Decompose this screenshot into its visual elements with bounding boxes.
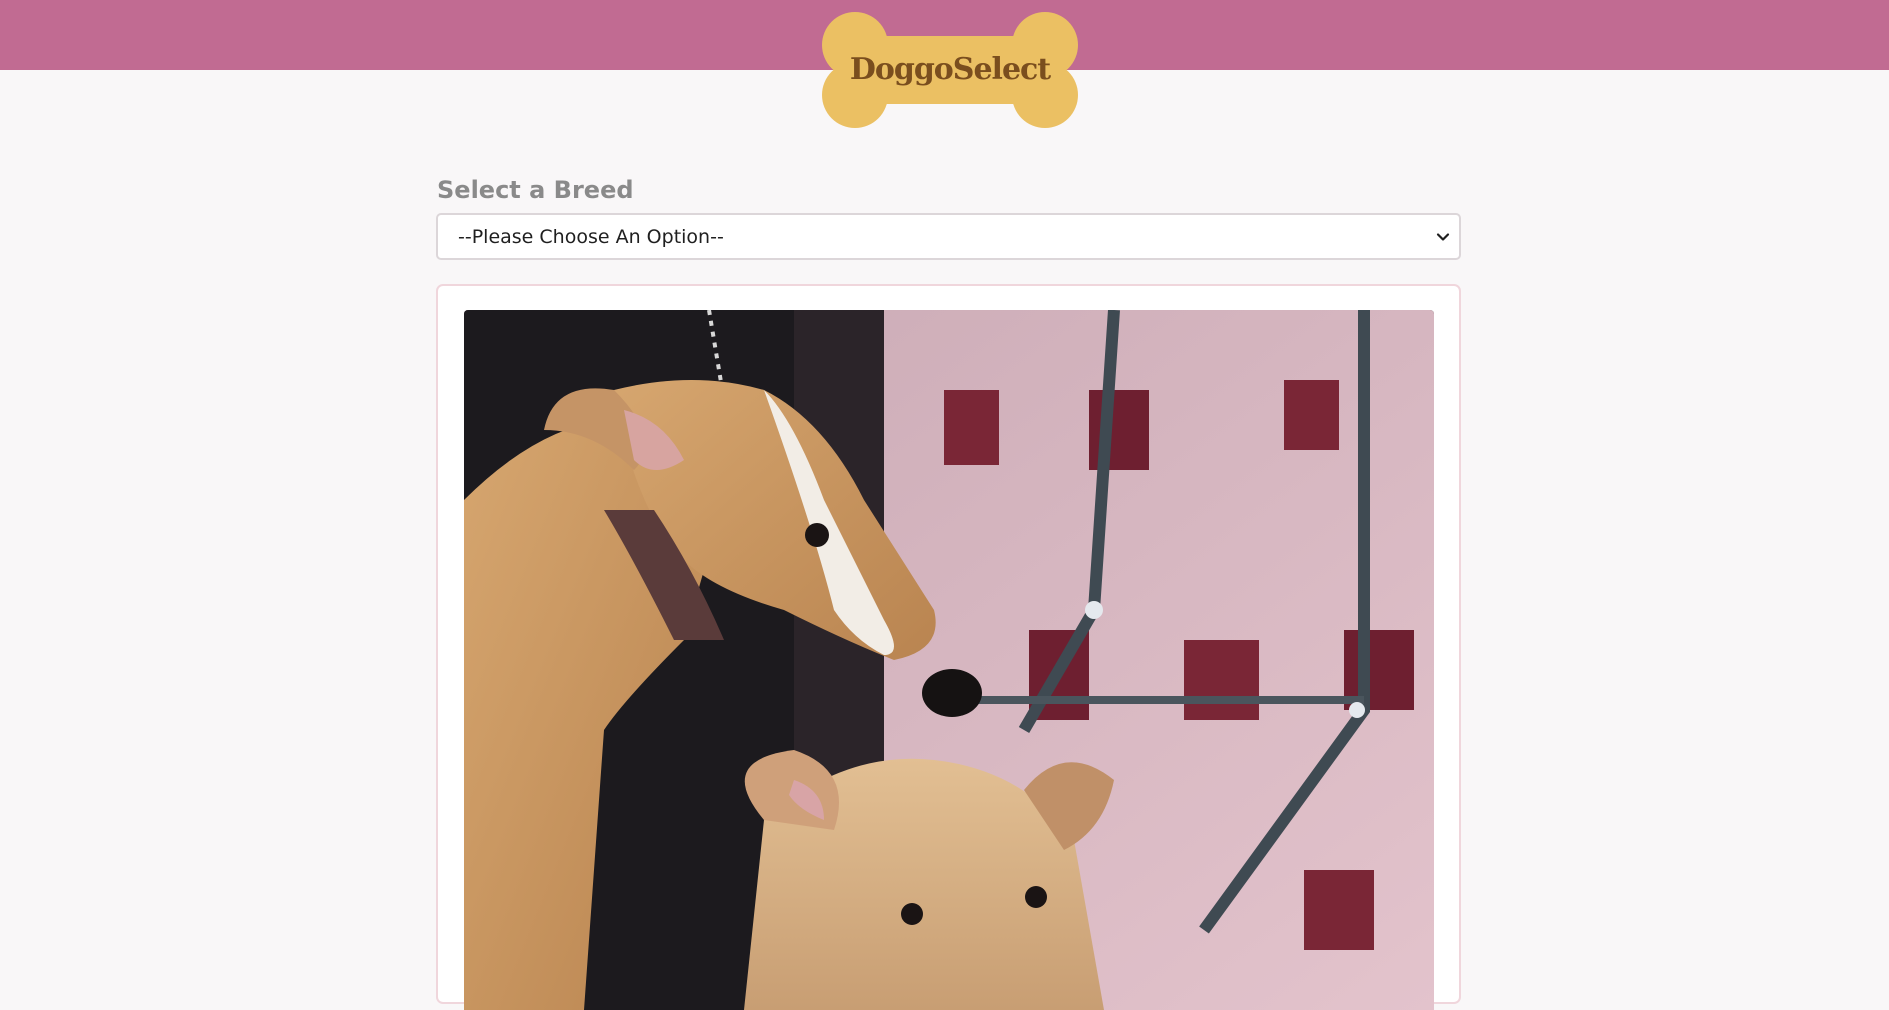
chevron-down-icon (1436, 233, 1450, 241)
logo[interactable]: DoggoSelect (822, 12, 1078, 128)
breed-select-value: --Please Choose An Option-- (458, 226, 724, 248)
dog-photo (464, 310, 1434, 1010)
dog-photo-illustration (464, 310, 1434, 1010)
logo-text: DoggoSelect (849, 52, 1051, 87)
breed-image-card (436, 284, 1461, 1010)
breed-select[interactable]: --Please Choose An Option-- (436, 213, 1461, 260)
main-content: Select a Breed --Please Choose An Option… (436, 170, 1461, 1010)
breed-select-label: Select a Breed (437, 176, 634, 204)
